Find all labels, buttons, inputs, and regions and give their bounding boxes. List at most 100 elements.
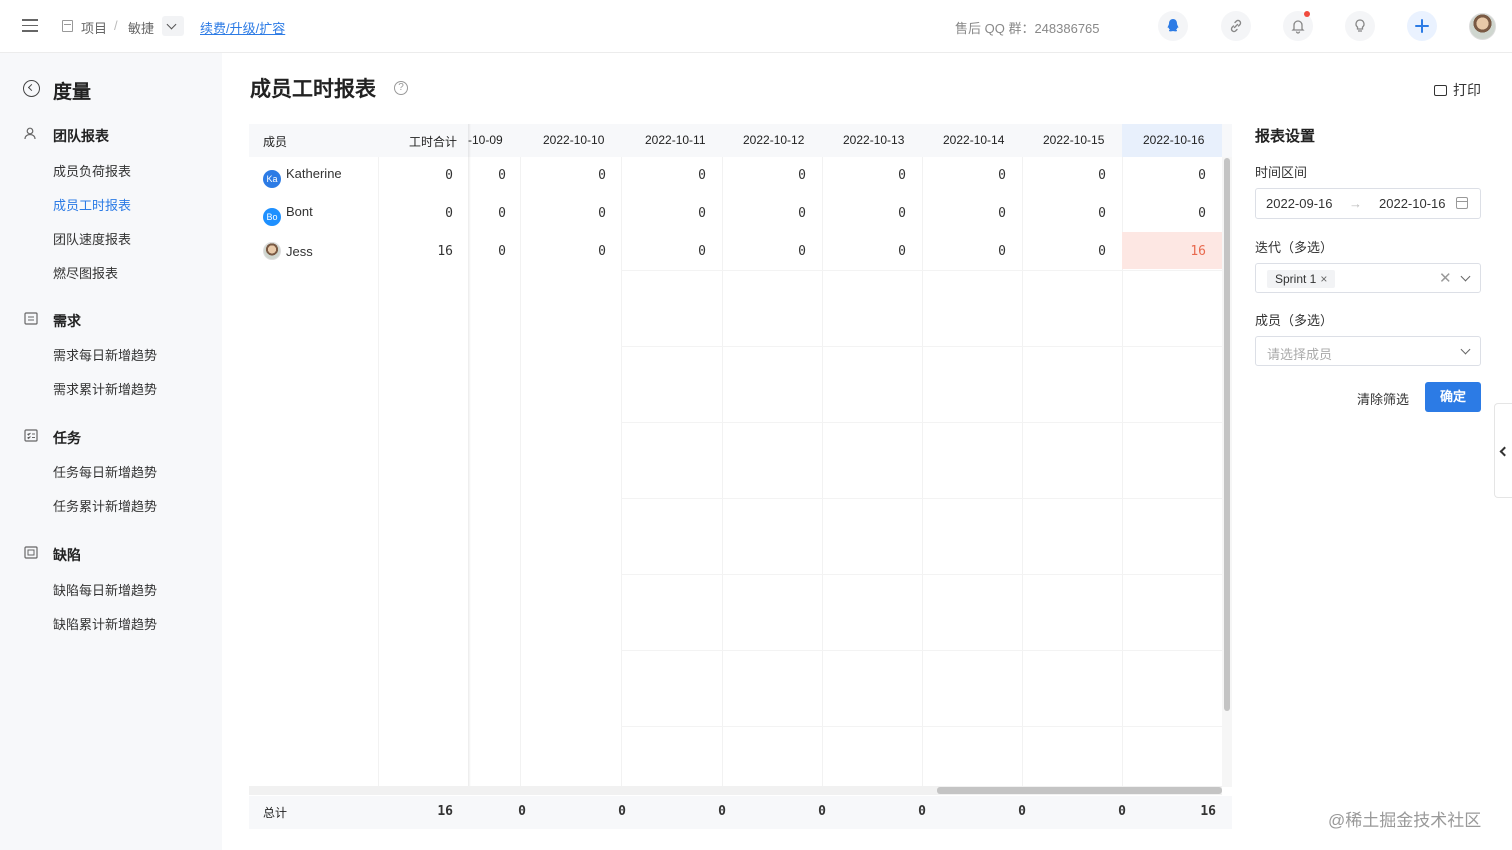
clear-icon[interactable]: ✕ xyxy=(1439,269,1452,287)
collapse-panel-handle[interactable] xyxy=(1494,403,1512,498)
member-name: Jess xyxy=(286,244,313,259)
member-select[interactable]: 请选择成员 xyxy=(1255,336,1481,366)
sidebar-group-requirement[interactable]: 需求 xyxy=(53,311,81,331)
footer-cell: 16 xyxy=(1200,804,1216,819)
calendar-icon xyxy=(1456,197,1468,209)
sidebar-item-task-daily[interactable]: 任务每日新增趋势 xyxy=(53,462,157,481)
footer-cell: 0 xyxy=(818,804,826,819)
renew-link[interactable]: 续费/升级/扩容 xyxy=(200,18,285,37)
sidebar-item-req-cumulative[interactable]: 需求累计新增趋势 xyxy=(53,379,157,398)
grid-line xyxy=(621,157,622,786)
time-range-label: 时间区间 xyxy=(1255,165,1308,180)
highlight-cell xyxy=(1122,232,1222,269)
end-date[interactable]: 2022-10-16 xyxy=(1379,196,1446,211)
sidebar-group-bug[interactable]: 缺陷 xyxy=(53,545,81,565)
grid-line xyxy=(1022,157,1023,786)
sidebar-item-load-report[interactable]: 成员负荷报表 xyxy=(53,161,131,180)
hours-table: 成员 工时合计 -10-09 2022-10-10 2022-10-11 202… xyxy=(249,124,1232,829)
grid-line xyxy=(621,574,1222,575)
table-row[interactable]: Ka Katherine xyxy=(263,166,342,188)
column-header-date[interactable]: 2022-10-10 xyxy=(543,133,604,147)
column-header-date[interactable]: 2022-10-13 xyxy=(843,133,904,147)
column-header-date[interactable]: 2022-10-15 xyxy=(1043,133,1104,147)
horizontal-scroll-thumb[interactable] xyxy=(937,787,1222,794)
grid-line xyxy=(378,157,379,786)
chevron-down-icon[interactable] xyxy=(162,16,184,36)
footer-total: 16 xyxy=(437,804,453,819)
iteration-select[interactable]: Sprint 1 × ✕ xyxy=(1255,263,1481,293)
footer-cell: 0 xyxy=(1118,804,1126,819)
sidebar-item-bug-cumulative[interactable]: 缺陷累计新增趋势 xyxy=(53,614,157,633)
user-avatar[interactable] xyxy=(1469,13,1496,40)
chevron-down-icon[interactable] xyxy=(1460,271,1471,282)
hours-cell: 0 xyxy=(698,168,706,183)
chevron-down-icon[interactable] xyxy=(1460,344,1471,355)
bell-icon[interactable] xyxy=(1283,11,1313,41)
vertical-scroll-thumb[interactable] xyxy=(1224,158,1230,711)
qq-group-text: 售后 QQ 群：248386765 xyxy=(955,21,1100,36)
help-icon[interactable]: ? xyxy=(394,81,408,95)
column-header-date[interactable]: 2022-10-14 xyxy=(943,133,1004,147)
column-header-date[interactable]: 2022-10-16 xyxy=(1143,133,1204,147)
column-header-date[interactable]: -10-09 xyxy=(468,133,503,147)
notification-dot xyxy=(1304,11,1310,17)
hours-cell: 0 xyxy=(1098,206,1106,221)
sidebar-item-hours-report[interactable]: 成员工时报表 xyxy=(53,195,131,214)
member-avatar: Ka xyxy=(263,170,281,188)
grid-line xyxy=(520,157,521,786)
iteration-label: 迭代（多选） xyxy=(1255,240,1334,255)
bulb-icon[interactable] xyxy=(1345,11,1375,41)
hours-cell: 0 xyxy=(598,244,606,259)
footer-cell: 0 xyxy=(918,804,926,819)
back-icon[interactable] xyxy=(23,80,40,97)
sidebar-group-task[interactable]: 任务 xyxy=(53,428,81,448)
sidebar-title: 度量 xyxy=(53,82,92,103)
hours-cell: 0 xyxy=(798,206,806,221)
watermark: @稀土掘金技术社区 xyxy=(1328,811,1482,830)
hours-cell: 0 xyxy=(898,206,906,221)
bug-icon xyxy=(24,546,38,559)
member-avatar: Bo xyxy=(263,208,281,226)
sidebar-item-burndown-report[interactable]: 燃尽图报表 xyxy=(53,263,118,282)
qq-icon[interactable] xyxy=(1158,11,1188,41)
sidebar-group-team[interactable]: 团队报表 xyxy=(53,126,109,146)
sidebar-item-task-cumulative[interactable]: 任务累计新增趋势 xyxy=(53,496,157,515)
date-range-picker[interactable]: 2022-09-16 → 2022-10-16 xyxy=(1255,188,1481,219)
confirm-button[interactable]: 确定 xyxy=(1425,382,1481,412)
grid-line xyxy=(621,422,1222,423)
sidebar-item-req-daily[interactable]: 需求每日新增趋势 xyxy=(53,345,157,364)
breadcrumb-project[interactable]: 项目 xyxy=(81,18,107,37)
column-header-member[interactable]: 成员 xyxy=(263,133,287,150)
range-arrow-icon: → xyxy=(1349,196,1362,211)
menu-icon[interactable] xyxy=(22,19,38,33)
hours-cell: 0 xyxy=(998,206,1006,221)
table-footer: 总计 16 0 0 0 0 0 0 0 16 xyxy=(249,796,1232,829)
task-icon xyxy=(24,429,38,442)
sidebar-item-velocity-report[interactable]: 团队速度报表 xyxy=(53,229,131,248)
sidebar-item-bug-daily[interactable]: 缺陷每日新增趋势 xyxy=(53,580,157,599)
column-header-date[interactable]: 2022-10-12 xyxy=(743,133,804,147)
grid-line xyxy=(722,157,723,786)
footer-cell: 0 xyxy=(518,804,526,819)
print-button[interactable]: 打印 xyxy=(1434,80,1481,100)
breadcrumb-agile[interactable]: 敏捷 xyxy=(128,18,154,37)
hours-cell: 0 xyxy=(998,168,1006,183)
hours-cell: 0 xyxy=(1198,168,1206,183)
grid-line xyxy=(922,157,923,786)
tag-close-icon[interactable]: × xyxy=(1320,272,1327,286)
hours-cell: 0 xyxy=(498,206,506,221)
total-cell: 16 xyxy=(437,244,453,259)
grid-line xyxy=(621,650,1222,651)
column-header-total[interactable]: 工时合计 xyxy=(409,133,457,150)
printer-icon xyxy=(1434,85,1447,96)
member-name: Bont xyxy=(286,204,313,219)
clear-filter-button[interactable]: 清除筛选 xyxy=(1357,389,1409,408)
hours-cell: 0 xyxy=(598,168,606,183)
table-row[interactable]: Bo Bont xyxy=(263,204,313,226)
link-icon[interactable] xyxy=(1221,11,1251,41)
start-date[interactable]: 2022-09-16 xyxy=(1266,196,1333,211)
column-header-date[interactable]: 2022-10-11 xyxy=(645,133,706,147)
add-icon[interactable] xyxy=(1407,11,1437,41)
top-header: 项目 / 敏捷 续费/升级/扩容 售后 QQ 群：248386765 xyxy=(0,0,1512,53)
table-row[interactable]: Jess xyxy=(263,242,313,260)
